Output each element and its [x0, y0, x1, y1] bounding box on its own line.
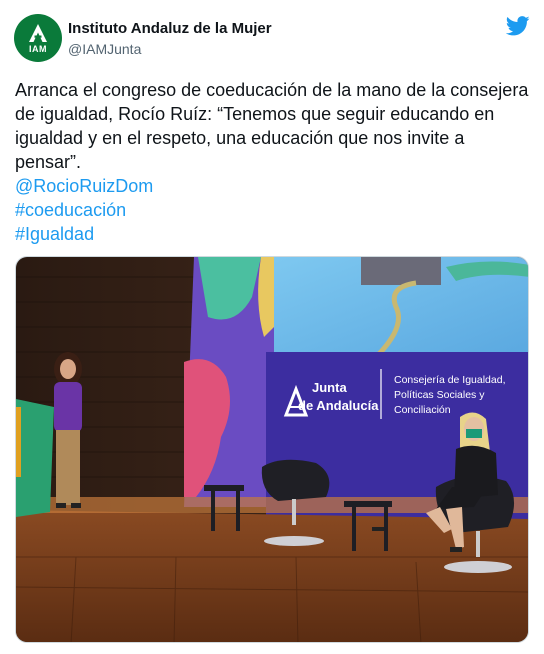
- banner-dept-line-3: Conciliación: [394, 404, 451, 416]
- tweet-text: Arranca el congreso de coeducación de la…: [15, 78, 530, 246]
- author-handle[interactable]: @IAMJunta: [68, 41, 141, 57]
- hashtag-link[interactable]: #Igualdad: [15, 222, 530, 246]
- twitter-bird-icon[interactable]: [505, 16, 530, 41]
- mention-link[interactable]: @RocioRuizDom: [15, 174, 530, 198]
- junta-andalucia-logo-icon: [29, 23, 47, 42]
- page-bottom-edge: [0, 650, 544, 654]
- banner-dept-line-2: Políticas Sociales y: [394, 389, 485, 401]
- banner-andalucia-text: de Andalucía: [298, 398, 379, 413]
- hashtag-link[interactable]: #coeducación: [15, 198, 530, 222]
- avatar-abbr: IAM: [29, 43, 47, 54]
- author-name[interactable]: Instituto Andaluz de la Mujer: [68, 20, 272, 37]
- tweet-photo[interactable]: Junta de Andalucía Consejería de Igualda…: [15, 256, 529, 643]
- tweet-body: Arranca el congreso de coeducación de la…: [15, 80, 529, 172]
- banner-junta-text: Junta: [312, 380, 347, 395]
- banner-dept-line-1: Consejería de Igualdad,: [394, 374, 506, 386]
- avatar[interactable]: IAM: [14, 14, 62, 62]
